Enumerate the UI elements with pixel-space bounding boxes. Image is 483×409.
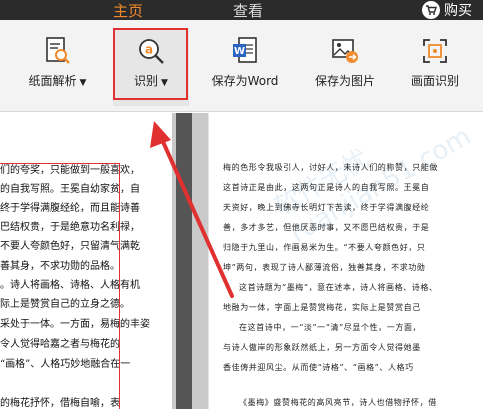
right-line: 这首诗题为“墨梅”，意在述本，诗人将画格、诗格、: [239, 283, 438, 292]
svg-text:W: W: [234, 46, 245, 57]
document-viewer: 们的夸奖，只能做到一般喜欢， 的自我写照。王冕自幼家贫，自 终于学得满腹经纶，而…: [0, 113, 483, 409]
tab-home[interactable]: 主页: [80, 0, 176, 20]
recognize-highlight-box: [113, 28, 188, 100]
recognition-selection-box[interactable]: [0, 163, 120, 409]
tab-view[interactable]: 查看: [200, 0, 296, 20]
top-tab-bar: 主页 查看 购买: [0, 0, 483, 20]
right-line: 在这首诗中，一“淡”一“清”尽显个性，一方面，: [239, 323, 422, 332]
ribbon-toolbar: 纸面解析 ▼ a 识别 ▼ W 保存为Word 保存为图片 画面识别: [0, 20, 483, 112]
buy-label: 购买: [444, 3, 472, 19]
right-line: 善，多才多艺，但他厌恶时事，又不愿巴结权贵，于是: [223, 223, 430, 232]
word-document-icon: W: [228, 34, 262, 68]
tab-view-label: 查看: [232, 2, 263, 20]
document-magnify-icon: [41, 34, 75, 68]
save-as-word-button[interactable]: W 保存为Word: [200, 28, 290, 106]
right-line: 梅的色形令我吸引人，讨好人，未诗人们的称赞，只能做: [223, 163, 438, 172]
save-as-image-button[interactable]: 保存为图片: [300, 28, 390, 106]
chevron-down-icon: ▼: [79, 78, 87, 88]
right-line: 地融为一体，字面上是赞赏梅花，实际上是赞赏自己: [223, 303, 421, 312]
screen-recognize-button[interactable]: 画面识别: [400, 28, 470, 106]
left-page-text-view[interactable]: 们的夸奖，只能做到一般喜欢， 的自我写照。王冕自幼家贫，自 终于学得满腹经纶，而…: [0, 113, 170, 409]
right-line: 这首诗正是由此，这两句正是诗人的自我写照。王冕自: [223, 183, 430, 192]
right-page-scan-view[interactable]: 软件无忧 ruanjian51.com 梅的色形令我吸引人，讨好人，未诗人们的称…: [208, 113, 483, 409]
right-line: 与诗人傲岸的形象跃然纸上，另一方面令人觉得她墨: [223, 343, 421, 352]
paper-parse-button[interactable]: 纸面解析 ▼: [10, 28, 105, 106]
right-line: 天资好，晚上到佛寺长明灯下苦读，终于学得满腹经纶: [223, 203, 430, 212]
save-as-image-label: 保存为图片: [314, 74, 375, 88]
page-divider[interactable]: [172, 113, 208, 409]
paper-parse-label: 纸面解析: [28, 74, 77, 88]
right-line: 香佳俦并迎风尘。从而使“诗格”、“画格”、人格巧: [223, 363, 414, 372]
image-save-icon: [328, 34, 362, 68]
right-line: 《墨梅》盛赞梅花的高风亮节，诗人也借物抒怀，借: [239, 398, 437, 407]
buy-button[interactable]: 购买: [422, 0, 483, 20]
save-as-word-label: 保存为Word: [211, 74, 279, 88]
divider-handle[interactable]: [176, 113, 192, 409]
cart-icon: [422, 1, 440, 19]
right-line: 归隐于九里山，作画易米为生。“不要人夸颜色好，只: [223, 243, 426, 252]
right-line: 坤”两句，表现了诗人鄙薄流俗，独善其身，不求功勋: [223, 263, 426, 272]
tab-home-label: 主页: [112, 2, 143, 20]
screen-capture-icon: [418, 34, 452, 68]
screen-recognize-label: 画面识别: [410, 74, 459, 88]
